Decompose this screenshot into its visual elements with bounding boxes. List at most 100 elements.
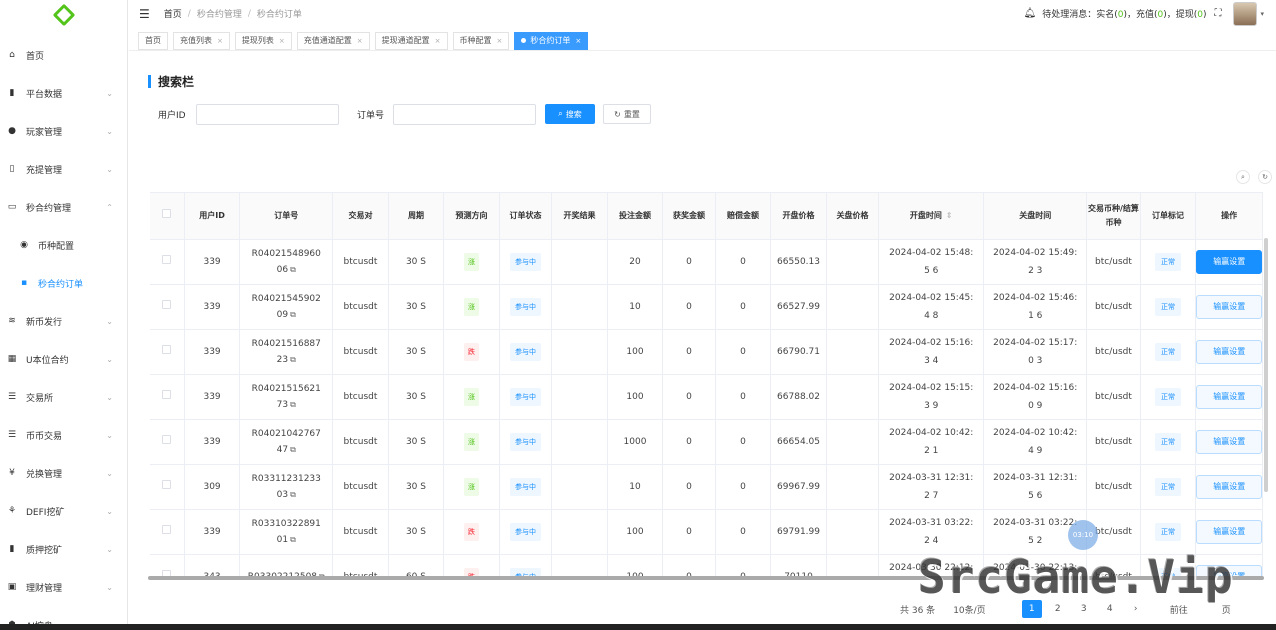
row-checkbox[interactable]	[162, 524, 172, 534]
sidebar-item[interactable]: ¥ 兑换管理 ⌄	[0, 454, 127, 492]
cell-mark: 正常	[1140, 329, 1197, 375]
column-header-label: 交易币种/结算币种	[1088, 203, 1139, 227]
sidebar-item[interactable]: ● 玩家管理 ⌄	[0, 112, 127, 150]
sidebar-item[interactable]: ▮ 平台数据 ⌄	[0, 74, 127, 112]
contract-icon: ▭	[7, 202, 17, 212]
column-header-label: 用户ID	[199, 210, 225, 220]
win-lose-setting-button[interactable]: 输赢设置	[1196, 519, 1263, 544]
cell-status: 参与中	[499, 554, 553, 578]
cell-period: 30 S	[388, 509, 445, 555]
cell-mark: 正常	[1140, 464, 1197, 510]
copy-icon[interactable]: ⧉	[290, 355, 296, 364]
column-header-label: 开盘时间	[909, 210, 942, 220]
tab[interactable]: 提现通道配置 ×	[374, 31, 448, 50]
cell-win: 0	[662, 239, 716, 285]
page-size-select[interactable]: 10条/页	[953, 603, 986, 616]
uid-value: 339	[203, 346, 221, 357]
bell-icon[interactable]: 🔔︎	[1023, 8, 1036, 19]
tab[interactable]: 首页	[138, 31, 168, 50]
row-checkbox[interactable]	[162, 434, 172, 444]
cell-result	[551, 329, 608, 375]
tab[interactable]: 充值列表 ×	[173, 31, 230, 50]
vertical-scrollbar[interactable]	[1264, 238, 1268, 492]
caret-down-icon[interactable]: ▾	[1260, 10, 1264, 18]
tab[interactable]: 秒合约订单 ×	[514, 31, 589, 50]
open-value: 69791.99	[777, 526, 820, 537]
sidebar-item[interactable]: ☰ 币币交易 ⌄	[0, 416, 127, 454]
win-lose-setting-button[interactable]: 输赢设置	[1196, 339, 1263, 364]
column-header[interactable]	[150, 193, 185, 240]
copy-icon[interactable]: ⧉	[290, 265, 296, 274]
sidebar-item[interactable]: ▮ 质押挖矿 ⌄	[0, 530, 127, 568]
dashboard-icon: ⌂	[9, 50, 15, 60]
refresh-icon[interactable]: ↻	[1258, 170, 1272, 184]
copy-icon[interactable]: ⧉	[290, 445, 296, 454]
sidebar-item[interactable]: ▪ 秒合约订单	[0, 264, 127, 302]
sort-icon[interactable]: ⇕	[946, 211, 953, 220]
win-lose-setting-button[interactable]: 输赢设置	[1196, 384, 1263, 409]
pending-notice[interactable]: 待处理消息：实名(0)，充值(0)，提现(0)	[1042, 7, 1206, 20]
order-value: R03311231233 03	[251, 473, 321, 500]
sidebar-item[interactable]: ≋ 新币发行 ⌄	[0, 302, 127, 340]
close-icon[interactable]: ×	[497, 37, 503, 45]
win-lose-setting-button[interactable]: 输赢设置	[1196, 294, 1263, 319]
tab[interactable]: 币种配置 ×	[452, 31, 510, 50]
sidebar-item[interactable]: ▣ 理财管理 ⌄	[0, 568, 127, 606]
row-checkbox[interactable]	[162, 299, 172, 309]
row-checkbox[interactable]	[162, 254, 172, 264]
order-no-input[interactable]	[393, 104, 536, 125]
user-id-input[interactable]	[196, 104, 339, 125]
close-icon[interactable]: ×	[357, 37, 363, 45]
column-header[interactable]: 开盘时间 ⇕	[878, 193, 985, 240]
close-icon[interactable]: ×	[435, 37, 441, 45]
search-toggle-icon[interactable]: ⌕	[1236, 170, 1250, 184]
sidebar-item[interactable]: ⌂ 首页	[0, 36, 127, 74]
reset-button[interactable]: ↻ 重置	[603, 104, 651, 124]
sidebar-item[interactable]: ⚘ DEFI挖矿 ⌄	[0, 492, 127, 530]
sidebar-item[interactable]: ▯ 充提管理 ⌄	[0, 150, 127, 188]
search-button[interactable]: ⌕ 搜索	[545, 104, 595, 124]
logo[interactable]	[0, 0, 127, 30]
cell-mark: 正常	[1140, 374, 1197, 420]
copy-icon[interactable]: ⧉	[290, 535, 296, 544]
close-icon[interactable]: ×	[575, 37, 581, 45]
copy-icon[interactable]: ⧉	[290, 400, 296, 409]
column-header-label: 关盘时间	[1019, 210, 1052, 220]
select-all-checkbox[interactable]	[162, 208, 172, 218]
row-checkbox[interactable]	[162, 389, 172, 399]
coin-value: btc/usdt	[1095, 436, 1132, 447]
sidebar-item[interactable]: ▭ 秒合约管理 ⌃	[0, 188, 127, 226]
row-checkbox[interactable]	[162, 344, 172, 354]
tab-label: 充值通道配置	[303, 36, 352, 45]
cell-win: 0	[662, 464, 716, 510]
copy-icon[interactable]: ⧉	[290, 310, 296, 319]
comp-value: 0	[740, 526, 746, 537]
cell-open-time: 2024-04-02 15:16:3 4	[878, 329, 985, 375]
copy-icon[interactable]: ⧉	[290, 490, 296, 499]
search-icon: ⌕	[558, 109, 563, 118]
sidebar-item[interactable]: ▦ U本位合约 ⌄	[0, 340, 127, 378]
close-icon[interactable]: ×	[217, 37, 223, 45]
coin-value: btc/usdt	[1095, 346, 1132, 357]
win-lose-setting-button[interactable]: 输赢设置	[1196, 429, 1263, 454]
cell-open: 66788.02	[770, 374, 827, 420]
win-lose-setting-button[interactable]: 输赢设置	[1196, 249, 1263, 274]
close_time-value: 2024-04-02 15:17:0 3	[993, 337, 1078, 366]
row-checkbox[interactable]	[162, 479, 172, 489]
close-icon[interactable]: ×	[279, 37, 285, 45]
floating-timer-badge[interactable]: 03:10	[1068, 520, 1098, 550]
refresh-icon: ↻	[614, 109, 621, 119]
tab[interactable]: 充值通道配置 ×	[296, 31, 370, 50]
tab[interactable]: 提现列表 ×	[234, 31, 292, 50]
close_time-value: 2024-04-02 10:42:4 9	[993, 427, 1078, 456]
fullscreen-icon[interactable]: ⛶	[1214, 8, 1221, 19]
open-value: 66788.02	[777, 391, 820, 402]
sidebar-item[interactable]: ☰ 交易所 ⌄	[0, 378, 127, 416]
hamburger-icon[interactable]: ☰	[139, 7, 150, 21]
sidebar-item[interactable]: ◉ 币种配置	[0, 226, 127, 264]
order-no-label: 订单号	[357, 111, 385, 121]
win-lose-setting-button[interactable]: 输赢设置	[1196, 474, 1263, 499]
breadcrumb-home[interactable]: 首页	[164, 7, 182, 20]
chevron-down-icon: ⌄	[106, 88, 113, 98]
avatar[interactable]	[1233, 1, 1258, 26]
